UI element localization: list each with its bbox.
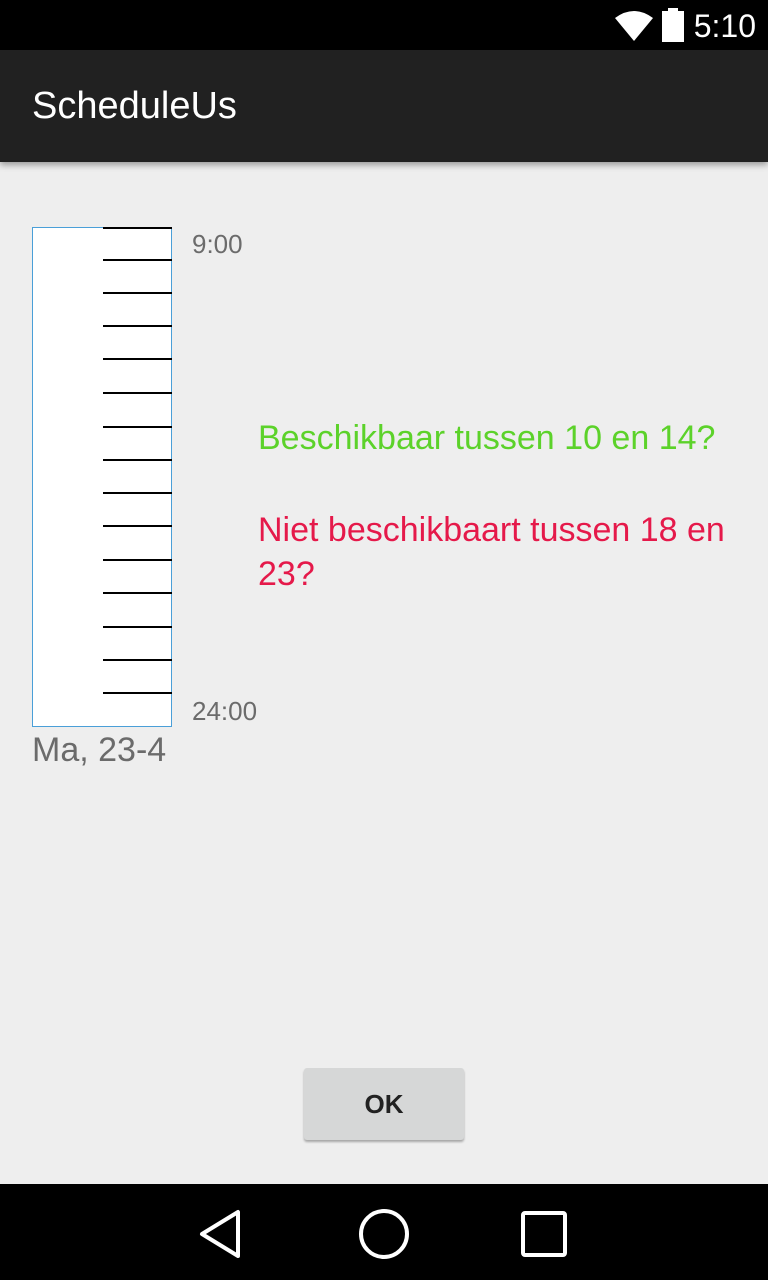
- app-title: ScheduleUs: [32, 85, 237, 127]
- status-bar: 5:10: [0, 0, 768, 50]
- hour-tick: [103, 459, 172, 461]
- unavailable-question: Niet beschikbaart tussen 18 en 23?: [258, 511, 725, 593]
- ok-button[interactable]: OK: [304, 1068, 464, 1140]
- home-icon[interactable]: [356, 1206, 412, 1262]
- day-label: Ma, 23-4: [32, 731, 167, 769]
- back-icon[interactable]: [194, 1206, 250, 1262]
- hour-tick: [103, 227, 172, 229]
- hour-tick: [103, 626, 172, 628]
- hour-tick: [103, 659, 172, 661]
- hour-tick: [103, 525, 172, 527]
- hour-tick: [103, 426, 172, 428]
- hour-tick: [103, 292, 172, 294]
- available-question: Beschikbaar tussen 10 en 14?: [258, 419, 716, 457]
- hour-tick: [103, 358, 172, 360]
- hour-tick: [103, 592, 172, 594]
- app-bar: ScheduleUs: [0, 50, 768, 162]
- battery-icon: [662, 8, 684, 42]
- navigation-bar: [0, 1184, 768, 1280]
- end-time-label: 24:00: [192, 696, 258, 726]
- status-time: 5:10: [693, 8, 756, 44]
- hour-tick: [103, 559, 172, 561]
- recents-icon[interactable]: [516, 1206, 572, 1262]
- day-column[interactable]: [32, 227, 172, 727]
- hour-tick: [103, 492, 172, 494]
- hour-tick: [103, 325, 172, 327]
- wifi-icon: [615, 11, 653, 41]
- hour-tick: [103, 392, 172, 394]
- start-time-label: 9:00: [192, 229, 243, 259]
- hour-tick: [103, 692, 172, 694]
- hour-tick: [103, 259, 172, 261]
